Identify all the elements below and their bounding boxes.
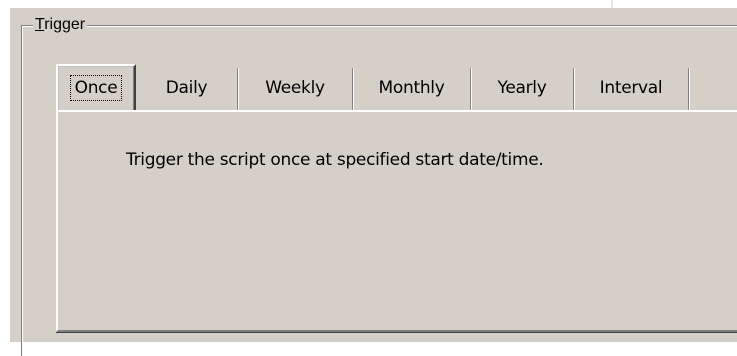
tab-page-once: Trigger the script once at specified sta… [56,110,737,332]
tab-weekly-label: Weekly [265,78,325,98]
tab-once[interactable]: Once [56,64,136,110]
once-description: Trigger the script once at specified sta… [126,150,544,170]
tab-monthly[interactable]: Monthly [353,68,471,110]
trigger-tabstrip: Once Daily Weekly Monthly Yearly Interva… [56,64,689,110]
top-edge [9,0,737,8]
trigger-mnemonic: T [35,16,45,33]
tab-monthly-label: Monthly [378,78,445,98]
trigger-label-rest: rigger [44,16,86,33]
tab-yearly[interactable]: Yearly [471,68,574,110]
trigger-groupbox-label: Trigger [33,16,88,34]
tab-daily[interactable]: Daily [136,68,238,110]
tab-daily-label: Daily [165,78,208,98]
tab-yearly-label: Yearly [497,78,547,98]
tab-once-label: Once [69,75,123,101]
tab-interval-label: Interval [599,78,663,98]
tab-interval[interactable]: Interval [574,68,689,110]
tab-weekly[interactable]: Weekly [238,68,353,110]
top-edge-notch [611,0,613,8]
